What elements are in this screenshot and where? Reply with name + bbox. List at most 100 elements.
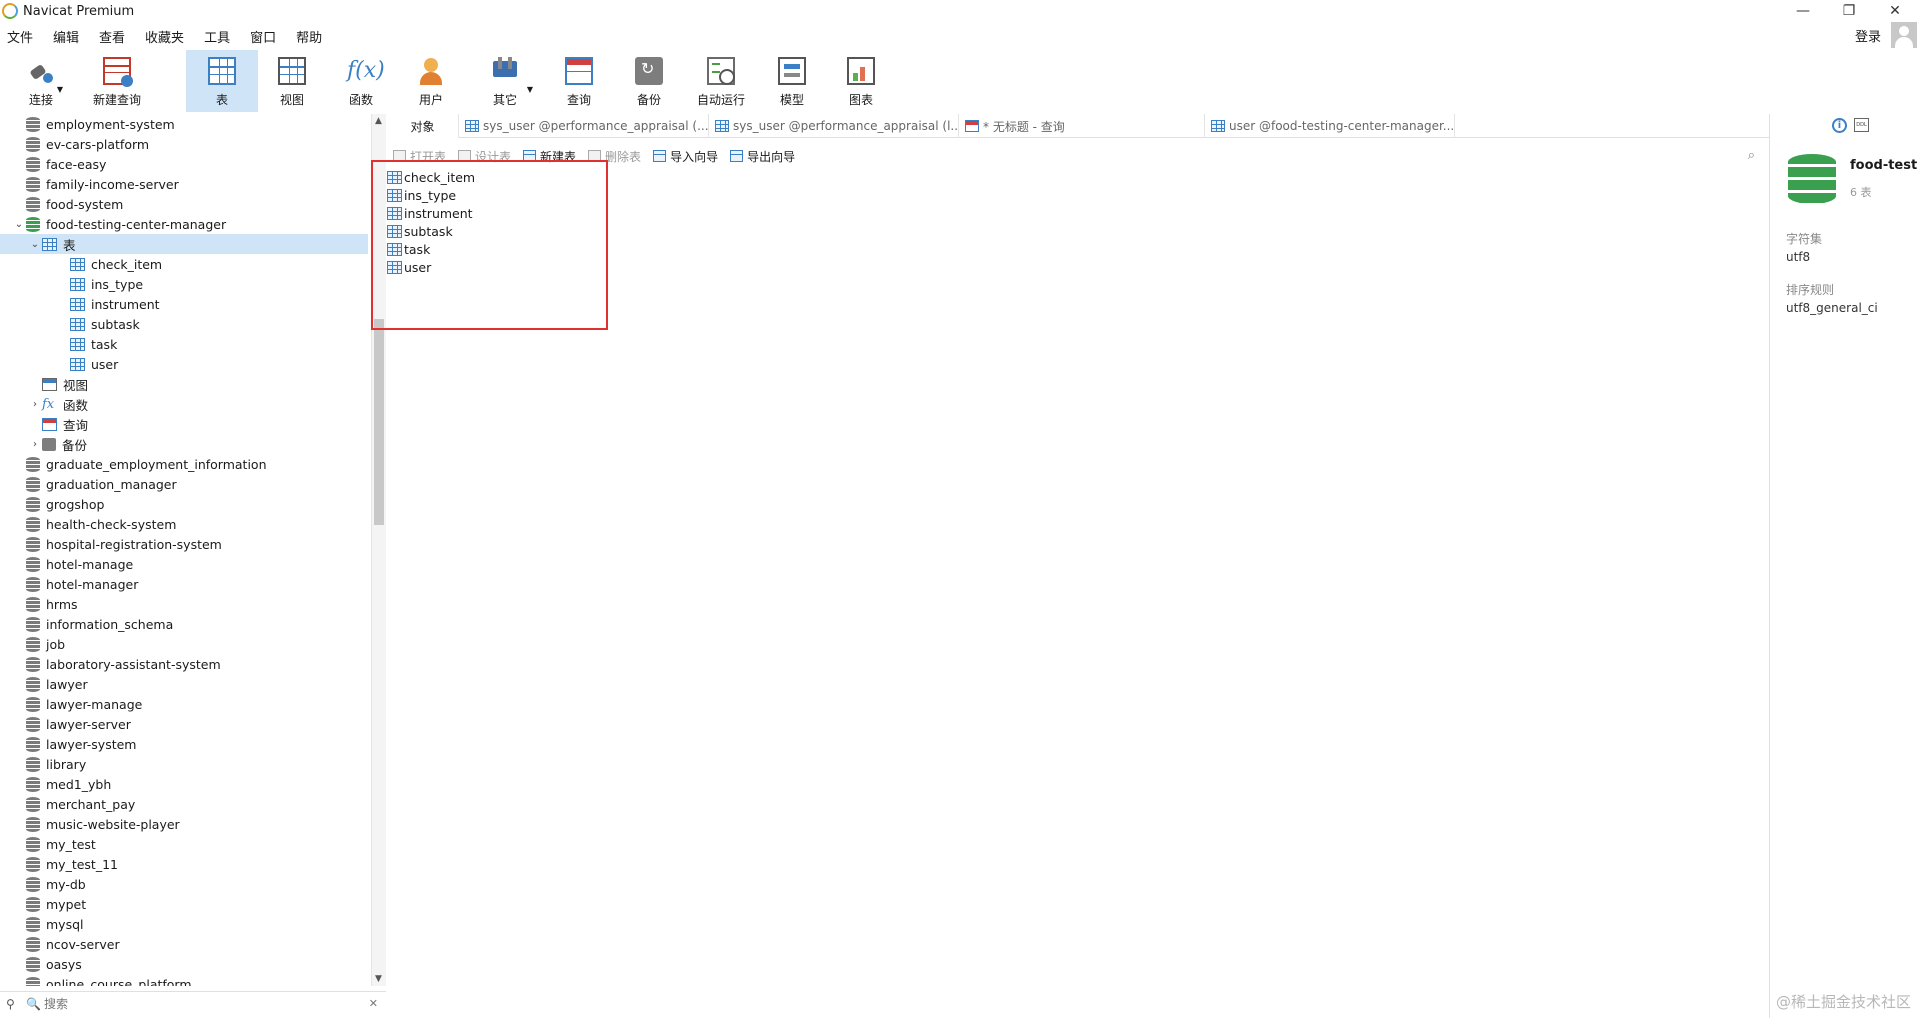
tree-item-folder[interactable]: 查询 xyxy=(0,414,368,434)
tree-item-database[interactable]: hospital-registration-system xyxy=(0,534,368,554)
avatar-icon[interactable] xyxy=(1891,22,1917,48)
tree-item-database[interactable]: merchant_pay xyxy=(0,794,368,814)
scroll-up-icon[interactable]: ▲ xyxy=(375,116,382,126)
expand-chevron-icon[interactable]: ⌄ xyxy=(28,239,42,250)
navigation-tree[interactable]: employment-system ev-cars-platform face-ea… xyxy=(0,114,372,986)
tree-item-table[interactable]: subtask xyxy=(0,314,368,334)
tree-item-database[interactable]: food-system xyxy=(0,194,368,214)
tab-user-food-testing[interactable]: user @food-testing-center-manager... xyxy=(1205,114,1455,138)
tree-item-database[interactable]: online_course_platform xyxy=(0,974,368,986)
connect-dropdown-icon[interactable]: ▼ xyxy=(57,85,63,94)
tree-item-label: 备份 xyxy=(62,437,88,453)
table-count: 6 表 xyxy=(1850,186,1872,199)
others-button[interactable]: ▼ 其它 xyxy=(466,50,544,112)
model-button[interactable]: 模型 xyxy=(758,50,826,112)
scroll-down-icon[interactable]: ▼ xyxy=(375,974,382,984)
menu-tools[interactable]: 工具 xyxy=(197,27,243,46)
tree-item-database[interactable]: ev-cars-platform xyxy=(0,134,368,154)
tab-objects[interactable]: 对象 xyxy=(387,114,459,138)
tree-item-table[interactable]: task xyxy=(0,334,368,354)
tab-sys-user-1[interactable]: sys_user @performance_appraisal (... xyxy=(459,114,709,138)
tree-item-database[interactable]: lawyer xyxy=(0,674,368,694)
ddl-icon[interactable]: DDL xyxy=(1854,118,1869,132)
object-search-icon[interactable]: ⌕ xyxy=(1748,148,1755,163)
tree-item-label: lawyer-server xyxy=(46,716,131,732)
tree-item-database[interactable]: my-db xyxy=(0,874,368,894)
tree-item-label: lawyer xyxy=(46,676,88,692)
tree-item-database[interactable]: lawyer-manage xyxy=(0,694,368,714)
tree-item-table[interactable]: user xyxy=(0,354,368,374)
tree-item-database[interactable]: laboratory-assistant-system xyxy=(0,654,368,674)
tree-item-label: library xyxy=(46,756,87,772)
menu-view[interactable]: 查看 xyxy=(92,27,138,46)
expand-chevron-icon[interactable]: › xyxy=(28,399,42,410)
tree-search-input[interactable] xyxy=(43,997,364,1011)
tree-item-database[interactable]: job xyxy=(0,634,368,654)
import-wizard-button[interactable]: 导入向导 xyxy=(647,148,724,165)
tree-item-table[interactable]: check_item xyxy=(0,254,368,274)
tree-item-table[interactable]: ins_type xyxy=(0,274,368,294)
scroll-thumb[interactable] xyxy=(374,319,384,525)
filter-icon[interactable]: ⚲ xyxy=(6,997,18,1011)
tree-item-database[interactable]: my_test xyxy=(0,834,368,854)
queries-button[interactable]: 查询 xyxy=(544,50,614,112)
tree-item-folder[interactable]: 视图 xyxy=(0,374,368,394)
tree-item-database[interactable]: hrms xyxy=(0,594,368,614)
expand-chevron-icon[interactable]: › xyxy=(28,439,42,450)
tree-item-database[interactable]: lawyer-server xyxy=(0,714,368,734)
tree-item-database[interactable]: hotel-manager xyxy=(0,574,368,594)
export-wizard-button[interactable]: 导出向导 xyxy=(724,148,801,165)
new-query-button[interactable]: 新建查询 xyxy=(82,50,152,112)
chart-button[interactable]: 图表 xyxy=(826,50,896,112)
others-dropdown-icon[interactable]: ▼ xyxy=(527,85,533,94)
tree-item-folder[interactable]: › fx 函数 xyxy=(0,394,368,414)
expand-chevron-icon[interactable]: ⌄ xyxy=(12,219,26,230)
tree-item-database[interactable]: lawyer-system xyxy=(0,734,368,754)
tree-item-database[interactable]: grogshop xyxy=(0,494,368,514)
tree-item-database[interactable]: hotel-manage xyxy=(0,554,368,574)
tree-item-database[interactable]: information_schema xyxy=(0,614,368,634)
tree-item-database[interactable]: mysql xyxy=(0,914,368,934)
close-button[interactable]: ✕ xyxy=(1873,0,1917,22)
database-icon xyxy=(26,136,40,152)
tree-item-database[interactable]: family-income-server xyxy=(0,174,368,194)
tree-item-folder[interactable]: › 备份 xyxy=(0,434,368,454)
minimize-button[interactable]: — xyxy=(1781,0,1825,22)
tree-item-folder[interactable]: ⌄ 表 xyxy=(0,234,368,254)
automation-label: 自动运行 xyxy=(696,93,745,107)
menu-favorites[interactable]: 收藏夹 xyxy=(138,27,197,46)
menu-window[interactable]: 窗口 xyxy=(243,27,289,46)
connect-button[interactable]: ▼ 连接 xyxy=(0,50,82,112)
tree-item-database[interactable]: oasys xyxy=(0,954,368,974)
tree-item-label: online_course_platform xyxy=(46,976,192,987)
tree-item-database[interactable]: mypet xyxy=(0,894,368,914)
tree-item-database[interactable]: my_test_11 xyxy=(0,854,368,874)
database-icon xyxy=(26,456,40,472)
tree-item-database[interactable]: ⌄ food-testing-center-manager xyxy=(0,214,368,234)
tree-item-database[interactable]: ncov-server xyxy=(0,934,368,954)
backup-button[interactable]: 备份 xyxy=(614,50,684,112)
tree-item-database[interactable]: music-website-player xyxy=(0,814,368,834)
functions-button[interactable]: f(x) 函数 xyxy=(326,50,396,112)
menu-help[interactable]: 帮助 xyxy=(289,27,335,46)
tab-sys-user-2[interactable]: sys_user @performance_appraisal (l... xyxy=(709,114,959,138)
users-button[interactable]: 用户 xyxy=(396,50,466,112)
tree-item-database[interactable]: graduation_manager xyxy=(0,474,368,494)
clear-search-icon[interactable]: ✕ xyxy=(369,997,378,1010)
tree-item-database[interactable]: library xyxy=(0,754,368,774)
info-icon[interactable]: i xyxy=(1832,118,1847,133)
tree-item-database[interactable]: graduate_employment_information xyxy=(0,454,368,474)
tables-button[interactable]: 表 xyxy=(186,50,258,112)
automation-button[interactable]: 自动运行 xyxy=(684,50,758,112)
tree-item-table[interactable]: instrument xyxy=(0,294,368,314)
tree-item-database[interactable]: health-check-system xyxy=(0,514,368,534)
tree-item-database[interactable]: face-easy xyxy=(0,154,368,174)
restore-button[interactable]: ❐ xyxy=(1827,0,1871,22)
tab-untitled-query[interactable]: * 无标题 - 查询 xyxy=(959,114,1205,138)
views-button[interactable]: 视图 xyxy=(258,50,326,112)
menu-file[interactable]: 文件 xyxy=(0,27,46,46)
tree-item-database[interactable]: employment-system xyxy=(0,114,368,134)
login-link[interactable]: 登录 xyxy=(1855,26,1881,45)
tree-item-database[interactable]: med1_ybh xyxy=(0,774,368,794)
menu-edit[interactable]: 编辑 xyxy=(46,27,92,46)
